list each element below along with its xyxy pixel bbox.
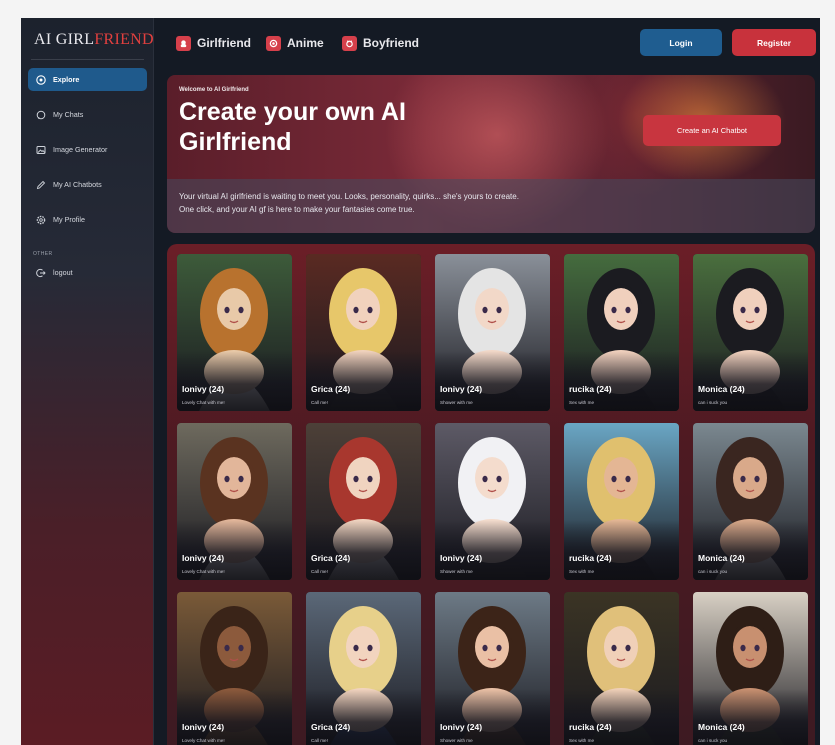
character-name: Ionivy (24) bbox=[440, 553, 483, 563]
character-card[interactable]: Monica (24) can i suck you bbox=[693, 423, 808, 580]
sidebar-item-label: My Profile bbox=[53, 215, 85, 224]
register-button[interactable]: Register bbox=[732, 29, 816, 56]
character-tagline: Lovely Chat with me! bbox=[182, 400, 225, 405]
character-tagline: Shower with me bbox=[440, 738, 473, 743]
logo-divider bbox=[31, 59, 144, 60]
category-girlfriend[interactable]: Girlfriend bbox=[176, 34, 251, 52]
character-name: Monica (24) bbox=[698, 553, 745, 563]
card-shade bbox=[693, 689, 808, 745]
character-name: Grica (24) bbox=[311, 384, 351, 394]
character-card[interactable]: rucika (24) Sex with me bbox=[564, 254, 679, 411]
category-label: Girlfriend bbox=[197, 36, 252, 50]
logout-icon bbox=[36, 268, 46, 278]
character-name: Ionivy (24) bbox=[182, 384, 225, 394]
character-name: rucika (24) bbox=[569, 722, 612, 732]
character-tagline: Shower with me bbox=[440, 400, 473, 405]
character-card[interactable]: Ionivy (24) Lovely Chat with me! bbox=[177, 254, 292, 411]
sidebar-item-label: logout bbox=[53, 268, 73, 277]
character-tagline: Lovely Chat with me! bbox=[182, 569, 225, 574]
character-name: Monica (24) bbox=[698, 384, 745, 394]
sidebar-item-explore[interactable]: Explore bbox=[28, 68, 147, 91]
character-card[interactable]: Monica (24) can i suck you bbox=[693, 254, 808, 411]
card-shade bbox=[435, 689, 550, 745]
sidebar-section-other: OTHER bbox=[33, 251, 53, 257]
hero-description-line-2: One click, and your AI gf is here to mak… bbox=[179, 205, 415, 214]
character-name: Grica (24) bbox=[311, 553, 351, 563]
hero-banner: Welcome to AI Girlfriend Create your own… bbox=[167, 75, 815, 233]
sidebar-item-label: My AI Chatbots bbox=[53, 180, 102, 189]
character-tagline: can i suck you bbox=[698, 738, 728, 743]
sidebar-item-my-chats[interactable]: My Chats bbox=[28, 103, 147, 126]
character-tagline: Lovely Chat with me! bbox=[182, 738, 225, 743]
character-card[interactable]: Monica (24) can i suck you bbox=[693, 592, 808, 745]
sidebar-item-label: Image Generator bbox=[53, 145, 108, 154]
compass-icon bbox=[36, 74, 46, 85]
character-card[interactable]: Ionivy (24) Lovely Chat with me! bbox=[177, 592, 292, 745]
logo-text-part2: FRIEND bbox=[94, 31, 154, 48]
hero-description: Your virtual AI girlfriend is waiting to… bbox=[167, 179, 815, 233]
sidebar: AI GIRLFRIEND Explore My Chats Image Gen… bbox=[21, 18, 154, 745]
login-button[interactable]: Login bbox=[640, 29, 722, 56]
character-card[interactable]: Ionivy (24) Shower with me bbox=[435, 592, 550, 745]
top-bar: Girlfriend Anime Boyfriend Login Registe… bbox=[154, 18, 820, 74]
logo[interactable]: AI GIRLFRIEND bbox=[34, 31, 154, 51]
card-shade bbox=[564, 689, 679, 745]
character-name: Ionivy (24) bbox=[440, 384, 483, 394]
character-tagline: Sex with me bbox=[569, 400, 595, 405]
character-card[interactable]: Ionivy (24) Shower with me bbox=[435, 254, 550, 411]
character-card[interactable]: Grica (24) Call me! bbox=[306, 592, 421, 745]
chat-icon bbox=[36, 110, 46, 120]
pen-icon bbox=[36, 180, 46, 190]
sidebar-item-label: My Chats bbox=[53, 110, 84, 119]
character-tagline: can i suck you bbox=[698, 569, 728, 574]
sidebar-item-my-ai-chatbots[interactable]: My AI Chatbots bbox=[28, 173, 147, 196]
image-icon bbox=[36, 145, 46, 155]
category-anime[interactable]: Anime bbox=[266, 34, 324, 52]
character-card[interactable]: Grica (24) Call me! bbox=[306, 423, 421, 580]
hero-welcome-text: Welcome to AI Girlfriend bbox=[179, 87, 249, 93]
card-shade bbox=[177, 689, 292, 745]
male-icon bbox=[342, 35, 357, 51]
app-window: AI GIRLFRIEND Explore My Chats Image Gen… bbox=[21, 18, 820, 745]
female-icon bbox=[176, 35, 191, 51]
character-card[interactable]: Grica (24) Call me! bbox=[306, 254, 421, 411]
card-shade bbox=[306, 689, 421, 745]
create-chatbot-button[interactable]: Create an AI Chatbot bbox=[643, 115, 781, 146]
character-name: Ionivy (24) bbox=[182, 722, 225, 732]
character-card[interactable]: rucika (24) Sex with me bbox=[564, 423, 679, 580]
category-boyfriend[interactable]: Boyfriend bbox=[342, 34, 419, 52]
sidebar-item-image-generator[interactable]: Image Generator bbox=[28, 138, 147, 161]
hero-title: Create your own AI Girlfriend bbox=[179, 98, 406, 156]
character-name: rucika (24) bbox=[569, 384, 612, 394]
character-name: Monica (24) bbox=[698, 722, 745, 732]
character-card[interactable]: Ionivy (24) Shower with me bbox=[435, 423, 550, 580]
logo-text-part1: AI GIRL bbox=[34, 31, 95, 48]
character-card[interactable]: Ionivy (24) Lovely Chat with me! bbox=[177, 423, 292, 580]
character-name: Ionivy (24) bbox=[182, 553, 225, 563]
sidebar-item-logout[interactable]: logout bbox=[28, 261, 147, 284]
character-tagline: Call me! bbox=[311, 400, 328, 405]
character-card[interactable]: rucika (24) Sex with me bbox=[564, 592, 679, 745]
character-tagline: can i suck you bbox=[698, 400, 728, 405]
anime-icon bbox=[266, 35, 281, 51]
character-name: rucika (24) bbox=[569, 553, 612, 563]
character-grid: Ionivy (24) Lovely Chat with me! Grica (24… bbox=[167, 244, 815, 745]
character-tagline: Shower with me bbox=[440, 569, 473, 574]
character-tagline: Sex with me bbox=[569, 738, 595, 743]
character-tagline: Sex with me bbox=[569, 569, 595, 574]
category-label: Anime bbox=[287, 36, 324, 50]
hero-description-line-1: Your virtual AI girlfriend is waiting to… bbox=[179, 192, 519, 201]
category-label: Boyfriend bbox=[363, 36, 420, 50]
settings-icon bbox=[36, 215, 46, 225]
character-tagline: Call me! bbox=[311, 738, 328, 743]
character-name: Grica (24) bbox=[311, 722, 351, 732]
character-tagline: Call me! bbox=[311, 569, 328, 574]
character-name: Ionivy (24) bbox=[440, 722, 483, 732]
sidebar-item-my-profile[interactable]: My Profile bbox=[28, 208, 147, 231]
sidebar-item-label: Explore bbox=[53, 75, 80, 84]
